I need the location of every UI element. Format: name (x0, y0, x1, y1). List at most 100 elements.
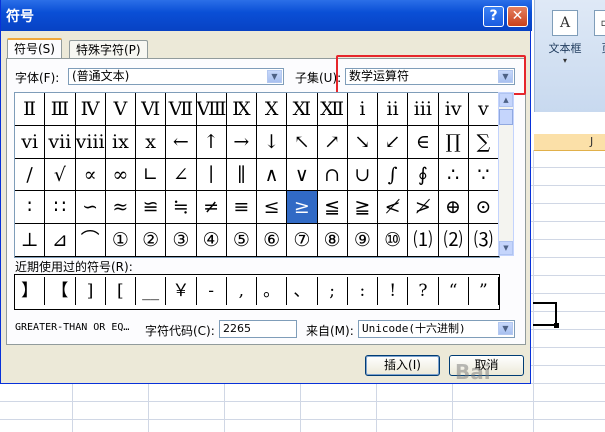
close-button[interactable]: ✕ (507, 6, 528, 27)
symbol-cell[interactable]: ② (136, 224, 167, 257)
symbol-cell[interactable]: ∨ (287, 158, 318, 192)
symbol-cell[interactable]: Ⅸ (226, 93, 257, 126)
symbol-cell[interactable]: ∝ (75, 158, 106, 192)
symbol-cell[interactable]: ∑ (468, 125, 499, 159)
recent-symbol-cell[interactable]: [ (106, 277, 136, 305)
symbol-cell[interactable]: ⑩ (378, 224, 409, 257)
symbol-cell[interactable]: ⅷ (75, 125, 106, 159)
symbol-cell[interactable]: ⊙ (468, 191, 499, 225)
recent-symbol-cell[interactable]: ￥ (166, 277, 197, 305)
recent-symbol-cell[interactable]: ! (378, 277, 409, 305)
symbol-cell[interactable]: ≯ (408, 191, 439, 225)
symbol-cell[interactable]: ∏ (438, 125, 469, 159)
symbol-cell[interactable]: ⅸ (105, 125, 136, 159)
symbol-cell[interactable]: ≒ (166, 191, 197, 225)
symbol-cell[interactable]: ③ (166, 224, 197, 257)
symbol-cell[interactable]: ↑ (196, 125, 227, 159)
symbol-cell[interactable]: ≌ (136, 191, 167, 225)
symbol-cell[interactable]: ≤ (257, 191, 288, 225)
tab-special-characters[interactable]: 特殊字符(P) (69, 40, 148, 59)
scroll-up-icon[interactable]: ▲ (499, 93, 513, 107)
symbol-cell[interactable]: ≮ (378, 191, 409, 225)
symbol-cell[interactable]: ∮ (408, 158, 439, 192)
symbol-cell[interactable]: Ⅶ (166, 93, 197, 126)
symbol-cell[interactable]: ↖ (287, 125, 318, 159)
recent-symbol-cell[interactable]: - (197, 277, 227, 305)
symbol-cell[interactable]: ∴ (438, 158, 469, 192)
symbol-cell[interactable]: ∈ (408, 125, 439, 159)
recent-symbol-cell[interactable]: ; (318, 277, 348, 305)
symbol-cell[interactable]: ⅵ (15, 125, 46, 159)
symbol-cell[interactable]: ⑨ (347, 224, 378, 257)
recent-symbol-cell[interactable]: ] (76, 277, 106, 305)
symbol-cell[interactable]: ↗ (317, 125, 348, 159)
recent-symbol-cell[interactable]: , (227, 277, 257, 305)
recent-symbol-cell[interactable]: 。 (257, 277, 288, 305)
insert-button[interactable]: 插入(I) (365, 355, 440, 376)
symbol-cell[interactable]: ∣ (196, 158, 227, 192)
char-code-input[interactable]: 2265 (219, 320, 297, 338)
symbol-cell[interactable]: ∽ (75, 191, 106, 225)
symbol-cell[interactable]: ⊿ (45, 224, 76, 257)
symbol-cell[interactable]: ⑶ (468, 224, 499, 257)
symbol-cell[interactable]: Ⅺ (287, 93, 318, 126)
symbol-cell[interactable]: ∠ (166, 158, 197, 192)
recent-symbol-cell[interactable]: 【 (45, 277, 76, 305)
title-bar[interactable]: 符号 ? ✕ (1, 0, 532, 31)
symbol-cell[interactable]: ∕ (15, 158, 46, 192)
page-button[interactable]: ▭ 页 (589, 8, 605, 70)
symbol-cell[interactable]: ⑴ (408, 224, 439, 257)
symbol-cell[interactable]: ≥ (287, 191, 318, 225)
symbol-cell[interactable]: ∷ (45, 191, 76, 225)
symbol-cell[interactable]: ≧ (347, 191, 378, 225)
symbol-cell[interactable]: Ⅷ (196, 93, 227, 126)
symbol-cell[interactable]: Ⅱ (15, 93, 46, 126)
symbol-cell[interactable]: Ⅴ (105, 93, 136, 126)
symbol-cell[interactable]: ≠ (196, 191, 227, 225)
symbol-cell[interactable]: ⅹ (136, 125, 167, 159)
scroll-down-icon[interactable]: ▼ (499, 241, 513, 255)
symbol-cell[interactable]: Ⅲ (45, 93, 76, 126)
recent-symbol-cell[interactable]: “ (439, 277, 469, 305)
symbol-cell[interactable]: ∵ (468, 158, 499, 192)
symbol-cell[interactable]: ⅳ (438, 93, 469, 126)
symbol-cell[interactable]: ⅴ (468, 93, 499, 126)
symbol-cell[interactable]: √ (45, 158, 76, 192)
symbol-cell[interactable]: ⑥ (257, 224, 288, 257)
symbol-cell[interactable]: ⑤ (226, 224, 257, 257)
symbol-cell[interactable]: ← (166, 125, 197, 159)
symbol-cell[interactable]: ⅲ (408, 93, 439, 126)
symbol-cell[interactable]: ∧ (257, 158, 288, 192)
selected-cell[interactable] (533, 302, 559, 328)
symbol-cell[interactable]: ⅱ (378, 93, 409, 126)
symbol-grid-scrollbar[interactable]: ▲ ▼ (498, 92, 514, 256)
help-button[interactable]: ? (483, 6, 504, 27)
symbol-cell[interactable]: ↓ (257, 125, 288, 159)
symbol-cell[interactable]: ⊕ (438, 191, 469, 225)
symbol-cell[interactable]: ⌒ (75, 224, 106, 257)
recent-symbol-cell[interactable]: 、 (287, 277, 318, 305)
recent-symbol-cell[interactable]: 】 (15, 277, 46, 305)
symbol-cell[interactable]: ⅰ (347, 93, 378, 126)
symbol-cell[interactable]: Ⅻ (317, 93, 348, 126)
symbol-cell[interactable]: Ⅹ (257, 93, 288, 126)
symbol-cell[interactable]: ≡ (226, 191, 257, 225)
symbol-cell[interactable]: ④ (196, 224, 227, 257)
symbol-cell[interactable]: ≈ (105, 191, 136, 225)
font-select[interactable]: (普通文本) ▼ (68, 68, 284, 85)
symbol-cell[interactable]: ≦ (317, 191, 348, 225)
symbol-cell[interactable]: ∫ (378, 158, 409, 192)
symbol-cell[interactable]: ∞ (105, 158, 136, 192)
recent-symbol-cell[interactable]: : (348, 277, 378, 305)
symbol-cell[interactable]: ⅶ (45, 125, 76, 159)
scroll-thumb[interactable] (499, 109, 513, 125)
symbol-cell[interactable]: ⊥ (15, 224, 46, 257)
symbol-cell[interactable]: ↘ (347, 125, 378, 159)
symbol-cell[interactable]: ∶ (15, 191, 46, 225)
from-select[interactable]: Unicode(十六进制) ▼ (358, 320, 515, 338)
recent-symbol-cell[interactable]: ? (408, 277, 439, 305)
symbol-cell[interactable]: → (226, 125, 257, 159)
symbol-cell[interactable]: ↙ (378, 125, 409, 159)
symbol-cell[interactable]: ① (105, 224, 136, 257)
symbol-cell[interactable]: Ⅵ (136, 93, 167, 126)
